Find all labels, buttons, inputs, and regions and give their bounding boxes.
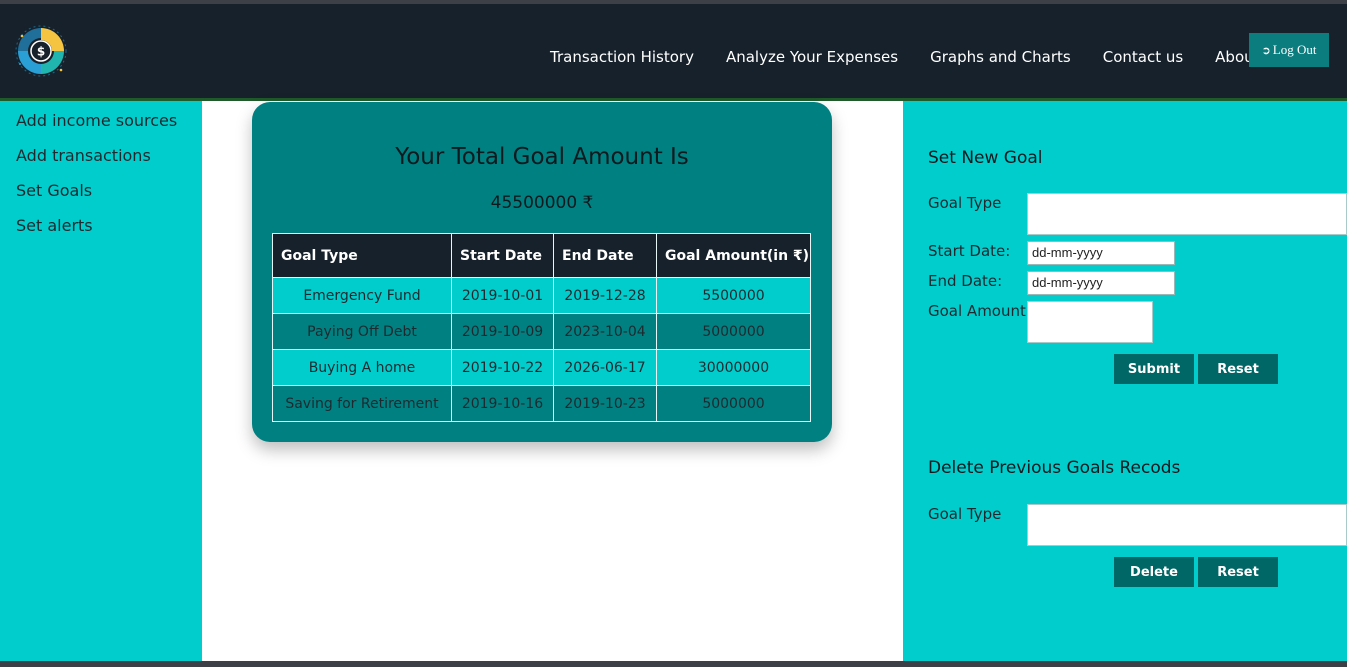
end-date-label: End Date:: [928, 272, 1003, 290]
logout-label: Log Out: [1272, 42, 1317, 57]
cell-end-date: 2023-10-04: [553, 313, 657, 350]
table-row: Saving for Retirement 2019-10-16 2019-10…: [272, 385, 811, 422]
logout-button[interactable]: ➲ Log Out: [1249, 33, 1329, 67]
start-date-label: Start Date:: [928, 242, 1011, 260]
goal-total-amount: 45500000 ₹: [490, 193, 594, 213]
table-header-row: Goal Type Start Date End Date Goal Amoun…: [272, 233, 811, 278]
cell-goal-type: Saving for Retirement: [272, 385, 452, 422]
header-start-date: Start Date: [451, 233, 554, 278]
set-goal-heading: Set New Goal: [928, 148, 1043, 168]
cell-goal-amount: 5000000: [656, 313, 811, 350]
nav-analyze-expenses[interactable]: Analyze Your Expenses: [726, 48, 898, 66]
delete-goals-heading: Delete Previous Goals Recods: [928, 458, 1181, 478]
cell-goal-amount: 5000000: [656, 385, 811, 422]
start-date-input[interactable]: dd-mm-yyyy: [1027, 241, 1175, 265]
delete-goal-type-input[interactable]: [1027, 504, 1347, 546]
goal-amount-label: Goal Amount:: [928, 302, 1031, 320]
delete-button[interactable]: Delete: [1114, 557, 1194, 587]
sidebar: Add income sources Add transactions Set …: [0, 101, 202, 667]
nav-links: Transaction History Analyze Your Expense…: [550, 48, 1292, 66]
goal-summary-card: Your Total Goal Amount Is 45500000 ₹ Goa…: [252, 102, 832, 442]
sidebar-item-add-income[interactable]: Add income sources: [16, 111, 177, 130]
cell-goal-amount: 5500000: [656, 277, 811, 314]
table-row: Paying Off Debt 2019-10-09 2023-10-04 50…: [272, 313, 811, 350]
sidebar-item-set-alerts[interactable]: Set alerts: [16, 216, 93, 235]
cell-end-date: 2019-10-23: [553, 385, 657, 422]
taskbar-strip: [0, 661, 1347, 667]
nav-transaction-history[interactable]: Transaction History: [550, 48, 694, 66]
finance-logo-icon: $: [15, 25, 67, 77]
cell-end-date: 2019-12-28: [553, 277, 657, 314]
header-goal-type: Goal Type: [272, 233, 452, 278]
svg-text:$: $: [37, 45, 45, 59]
header-end-date: End Date: [553, 233, 657, 278]
goal-type-input[interactable]: [1027, 193, 1347, 235]
cell-goal-amount: 30000000: [656, 349, 811, 386]
end-date-input[interactable]: dd-mm-yyyy: [1027, 271, 1175, 295]
goals-table: Goal Type Start Date End Date Goal Amoun…: [272, 233, 811, 422]
reset-button[interactable]: Reset: [1198, 354, 1278, 384]
cell-start-date: 2019-10-22: [451, 349, 554, 386]
cell-start-date: 2019-10-01: [451, 277, 554, 314]
goal-type-label: Goal Type: [928, 194, 1002, 212]
app-logo[interactable]: $: [14, 24, 68, 78]
top-navbar: $ Transaction History Analyze Your Expen…: [0, 4, 1347, 98]
delete-goal-type-label: Goal Type: [928, 505, 1002, 523]
cell-goal-type: Paying Off Debt: [272, 313, 452, 350]
cell-start-date: 2019-10-16: [451, 385, 554, 422]
goal-form-panel: Set New Goal Goal Type Start Date: dd-mm…: [903, 101, 1347, 667]
cell-goal-type: Buying A home: [272, 349, 452, 386]
goal-amount-input[interactable]: [1027, 301, 1153, 343]
goal-summary-title: Your Total Goal Amount Is: [395, 144, 689, 170]
sidebar-item-set-goals[interactable]: Set Goals: [16, 181, 92, 200]
sign-out-icon: ➲: [1261, 44, 1271, 57]
table-row: Buying A home 2019-10-22 2026-06-17 3000…: [272, 349, 811, 386]
cell-end-date: 2026-06-17: [553, 349, 657, 386]
delete-reset-button[interactable]: Reset: [1198, 557, 1278, 587]
cell-goal-type: Emergency Fund: [272, 277, 452, 314]
table-row: Emergency Fund 2019-10-01 2019-12-28 550…: [272, 277, 811, 314]
sidebar-item-add-transactions[interactable]: Add transactions: [16, 146, 151, 165]
cell-start-date: 2019-10-09: [451, 313, 554, 350]
header-goal-amount: Goal Amount(in ₹): [656, 233, 811, 278]
nav-graphs-charts[interactable]: Graphs and Charts: [930, 48, 1071, 66]
nav-contact-us[interactable]: Contact us: [1103, 48, 1183, 66]
submit-button[interactable]: Submit: [1114, 354, 1194, 384]
